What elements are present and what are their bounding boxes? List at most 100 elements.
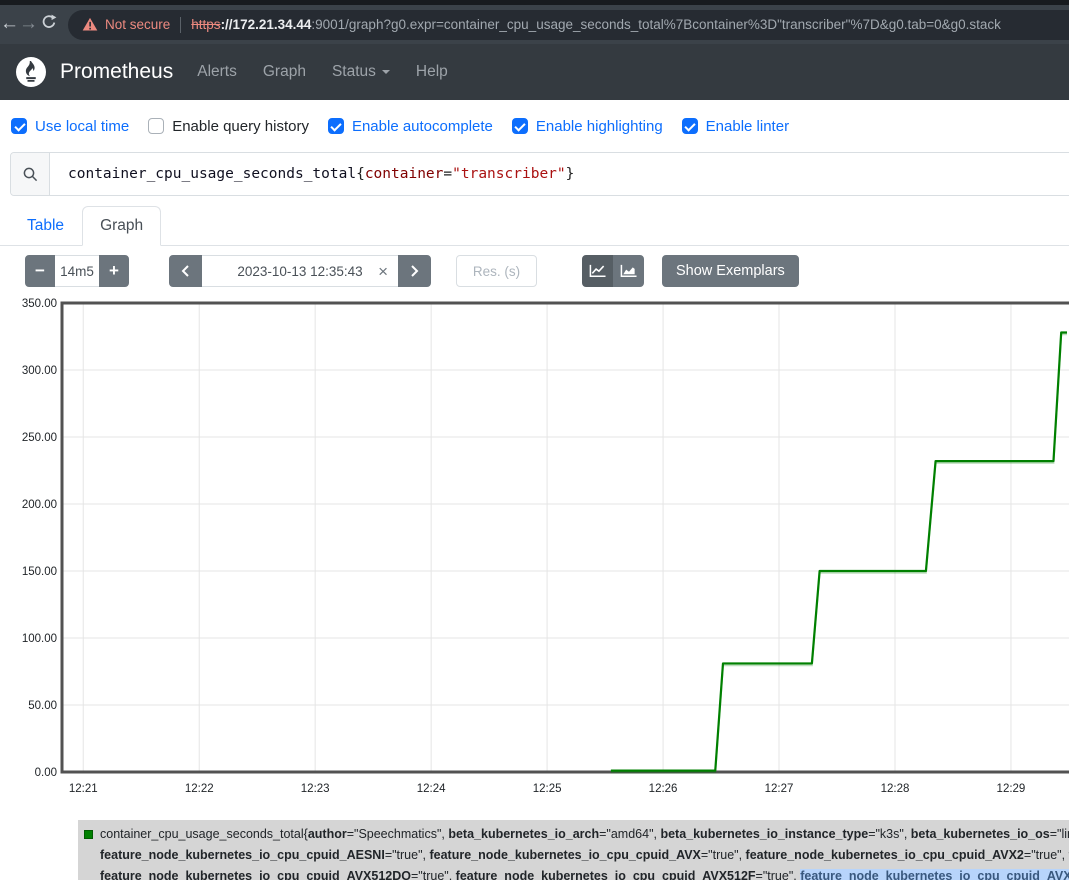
checked-checkbox-icon[interactable]	[512, 118, 528, 134]
decrease-duration-button[interactable]: −	[25, 255, 55, 287]
legend-label-value: ="linux",	[1050, 827, 1069, 841]
legend-label-name: feature_node_kubernetes_io_cpu_cpuid_AVX…	[100, 869, 411, 880]
forward-time-button[interactable]	[398, 255, 431, 287]
x-axis-tick-label: 12:25	[533, 783, 562, 795]
y-axis-tick-label: 350.00	[22, 298, 57, 310]
checkbox-label: Use local time	[35, 118, 129, 135]
tab-table[interactable]: Table	[9, 206, 82, 246]
legend-label-value: ="true",	[385, 848, 430, 862]
brand[interactable]: Prometheus	[16, 57, 173, 87]
nav-item-graph[interactable]: Graph	[263, 63, 306, 81]
prometheus-logo-icon	[16, 57, 46, 87]
url-path: :9001/graph?g0.expr=container_cpu_usage_…	[311, 17, 1001, 32]
series-legend[interactable]: container_cpu_usage_seconds_total{author…	[78, 820, 1069, 880]
series-shadow	[611, 334, 1067, 772]
not-secure-warning-icon[interactable]	[82, 17, 98, 32]
checkbox-enable-autocomplete[interactable]: Enable autocomplete	[328, 118, 493, 135]
browser-toolbar: ← → Not secure https://172.21.34.44:9001…	[0, 0, 1069, 44]
legend-label-name: feature_node_kubernetes_io_cpu_cpuid_AVX…	[800, 869, 1069, 880]
legend-label-value: ="k3s",	[868, 827, 911, 841]
legend-label-name: beta_kubernetes_io_instance_type	[660, 827, 868, 841]
url-host: ://172.21.34.44	[221, 17, 312, 32]
legend-line: feature_node_kubernetes_io_cpu_cpuid_AES…	[100, 845, 1069, 866]
checkbox-enable-query-history[interactable]: Enable query history	[148, 118, 309, 135]
checkbox-label: Enable query history	[172, 118, 309, 135]
duration-group: − +	[25, 255, 129, 287]
brand-title: Prometheus	[60, 60, 173, 84]
caret-down-icon	[382, 70, 390, 74]
legend-label-value: ="Speechmatics",	[347, 827, 449, 841]
unchecked-checkbox-icon[interactable]	[148, 118, 164, 134]
query-token-punct: {	[356, 166, 365, 182]
checked-checkbox-icon[interactable]	[682, 118, 698, 134]
legend-label-name: feature_node_kubernetes_io_cpu_cpuid_AVX…	[746, 848, 1024, 862]
query-token-punct: }	[566, 166, 575, 182]
chart-type-toggle	[582, 255, 644, 287]
datetime-input[interactable]	[225, 264, 375, 279]
settings-row: Use local time Enable query history Enable…	[0, 100, 1069, 152]
datetime-wrap: ×	[202, 255, 398, 287]
x-axis-tick-label: 12:22	[185, 783, 214, 795]
stacked-chart-button[interactable]	[613, 255, 644, 287]
y-axis-tick-label: 200.00	[22, 499, 57, 511]
x-axis-tick-label: 12:23	[301, 783, 330, 795]
prometheus-navbar: Prometheus Alerts Graph Status Help	[0, 44, 1069, 100]
y-axis-tick-label: 150.00	[22, 566, 57, 578]
search-icon	[11, 153, 50, 195]
legend-label-name: feature_node_kubernetes_io_cpu_cpuid_AVX	[429, 848, 700, 862]
query-token-punct: =	[443, 166, 452, 182]
checkbox-label: Enable autocomplete	[352, 118, 493, 135]
x-axis-tick-label: 12:28	[881, 783, 910, 795]
back-icon[interactable]: ←	[0, 13, 19, 35]
line-chart-button[interactable]	[582, 255, 613, 287]
time-range-group: ×	[169, 255, 431, 287]
reload-icon[interactable]	[40, 13, 58, 36]
legend-label-name: feature_node_kubernetes_io_cpu_cpuid_AES…	[100, 848, 385, 862]
checkbox-enable-linter[interactable]: Enable linter	[682, 118, 789, 135]
line-chart-icon	[589, 264, 606, 278]
legend-label-value: container_cpu_usage_seconds_total{	[100, 827, 308, 841]
x-axis-tick-label: 12:24	[417, 783, 446, 795]
y-axis-tick-label: 250.00	[22, 432, 57, 444]
legend-label-value: ="true",	[701, 848, 746, 862]
increase-duration-button[interactable]: +	[99, 255, 129, 287]
legend-line: feature_node_kubernetes_io_cpu_cpuid_AVX…	[100, 866, 1069, 880]
legend-label-name: beta_kubernetes_io_arch	[448, 827, 599, 841]
nav-item-alerts[interactable]: Alerts	[197, 63, 237, 81]
x-axis-tick-label: 12:21	[69, 783, 98, 795]
legend-label-name: feature_node_kubernetes_io_cpu_cpuid_AVX…	[456, 869, 756, 880]
forward-icon[interactable]: →	[19, 13, 38, 35]
legend-label-name: beta_kubernetes_io_os	[911, 827, 1050, 841]
checkbox-enable-highlighting[interactable]: Enable highlighting	[512, 118, 663, 135]
checked-checkbox-icon[interactable]	[11, 118, 27, 134]
checked-checkbox-icon[interactable]	[328, 118, 344, 134]
stacked-chart-icon	[620, 264, 637, 278]
checkbox-label: Enable linter	[706, 118, 789, 135]
plot-frame	[62, 303, 1069, 772]
legend-label-value: ="true",	[756, 869, 801, 880]
show-exemplars-button[interactable]: Show Exemplars	[662, 255, 799, 287]
checkbox-label: Enable highlighting	[536, 118, 663, 135]
not-secure-label: Not secure	[105, 17, 170, 32]
back-time-button[interactable]	[169, 255, 202, 287]
tab-graph[interactable]: Graph	[82, 206, 161, 246]
y-axis-tick-label: 300.00	[22, 365, 57, 377]
query-expression-input[interactable]: container_cpu_usage_seconds_total{contai…	[50, 153, 574, 195]
clear-time-icon[interactable]: ×	[378, 263, 388, 280]
x-axis-tick-label: 12:26	[649, 783, 678, 795]
checkbox-use-local-time[interactable]: Use local time	[11, 118, 129, 135]
query-token-label: container	[365, 166, 444, 182]
query-box: container_cpu_usage_seconds_total{contai…	[10, 152, 1069, 196]
nav-item-help[interactable]: Help	[416, 63, 448, 81]
nav-item-status[interactable]: Status	[332, 63, 390, 81]
legend-label-name: author	[308, 827, 347, 841]
duration-input[interactable]	[55, 255, 99, 287]
y-axis-tick-label: 50.00	[28, 700, 57, 712]
query-token-metric: container_cpu_usage_seconds_total	[68, 166, 356, 182]
url-bar[interactable]: Not secure https://172.21.34.44:9001/gra…	[68, 10, 1069, 40]
query-token-string: "transcriber"	[452, 166, 566, 182]
nav-links: Alerts Graph Status Help	[197, 63, 474, 81]
resolution-input[interactable]	[456, 255, 537, 287]
cpu-usage-chart[interactable]: 0.0050.00100.00150.00200.00250.00300.003…	[0, 296, 1069, 806]
url-scheme: https	[191, 17, 220, 32]
